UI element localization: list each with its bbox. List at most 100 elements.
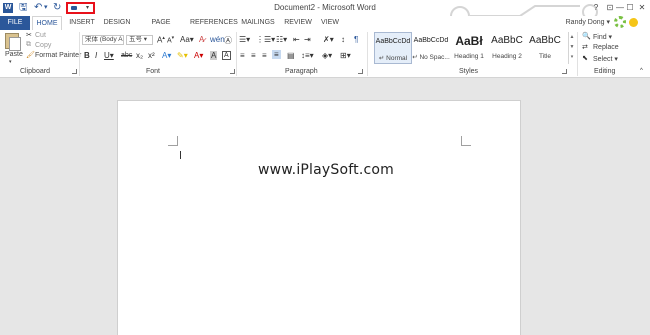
increase-indent-icon[interactable]: ⇥ [304, 35, 311, 44]
align-left-icon[interactable]: ≡ [240, 51, 245, 60]
paragraph-dialog-launcher[interactable] [358, 69, 363, 74]
gallery-more-icon[interactable]: ▾ [569, 52, 575, 62]
cut-button[interactable]: Cut [35, 32, 46, 39]
font-size-combo[interactable]: 五号 ▾ [126, 35, 153, 45]
highlight-icon[interactable]: ✎▾ [177, 51, 188, 60]
tab-mailings[interactable]: MAILINGS [240, 16, 276, 30]
show-hide-marks-icon[interactable]: ¶ [354, 35, 358, 44]
format-painter-button[interactable]: Format Painter [35, 52, 81, 59]
paste-button[interactable]: Paste [5, 51, 23, 58]
font-name-combo[interactable]: 宋体 (Body A ▾ [82, 35, 124, 45]
paste-icon[interactable] [5, 33, 21, 51]
copy-button[interactable]: Copy [35, 42, 51, 49]
document-page[interactable]: www.iPlaySoft.com [117, 100, 521, 335]
select-button[interactable]: Select ▾ [593, 55, 618, 63]
text-cursor [180, 151, 181, 159]
phonetic-guide-icon[interactable]: wén [210, 35, 225, 44]
sort-icon[interactable]: ↕ [341, 35, 345, 44]
ribbon-home: Paste ▾ ✂ Cut ⧉ Copy 🖌 Format Painter Cl… [0, 30, 650, 78]
clear-formatting-icon[interactable]: A̷ [199, 35, 204, 44]
decrease-indent-icon[interactable]: ⇤ [293, 35, 300, 44]
align-right-icon[interactable]: ≡ [262, 51, 267, 60]
replace-button[interactable]: Replace [593, 44, 619, 51]
style-heading-1-sample: AaBł [455, 34, 483, 48]
align-center-icon[interactable]: ≡ [251, 51, 256, 60]
tab-file[interactable]: FILE [0, 16, 30, 30]
styles-dialog-launcher[interactable] [562, 69, 567, 74]
green-gear-icon [614, 16, 626, 28]
help-button[interactable]: ? [590, 2, 602, 14]
collapse-ribbon-icon[interactable]: ^ [640, 68, 643, 74]
superscript-icon[interactable]: x² [148, 51, 155, 60]
copy-icon: ⧉ [26, 41, 31, 48]
document-title: Document2 - Microsoft Word [274, 3, 376, 12]
format-painter-icon: 🖌 [26, 52, 35, 59]
grow-font-icon[interactable]: A▴ [157, 35, 165, 45]
cut-icon: ✂ [26, 32, 32, 39]
clipboard-group-label: Clipboard [20, 68, 50, 75]
separator [367, 32, 368, 76]
gallery-down-icon[interactable]: ▼ [569, 42, 575, 52]
tab-insert[interactable]: INSERT [66, 16, 98, 30]
title-bar: W 🖫 ↶ ▾ ↻ ▾ Document2 - Microsoft Word ?… [0, 0, 650, 29]
replace-icon: ⇄ [582, 44, 588, 51]
close-button[interactable]: ✕ [636, 2, 648, 14]
user-account[interactable]: Randy Dong ▾ [566, 18, 610, 26]
tab-home[interactable]: HOME [32, 16, 62, 30]
line-spacing-icon[interactable]: ↕≡▾ [301, 51, 314, 60]
separator [79, 32, 80, 76]
style-normal-label: ↵ Normal [378, 55, 408, 62]
feedback-smiley-icon[interactable] [629, 18, 638, 27]
style-normal-sample: AaBbCcDd [375, 38, 411, 45]
text-effects-icon[interactable]: A▾ [162, 51, 171, 60]
character-border-icon[interactable]: A [222, 51, 231, 60]
style-heading-1-label: Heading 1 [454, 53, 484, 60]
font-group-label: Font [146, 68, 161, 75]
find-icon: 🔍 [582, 33, 591, 40]
ribbon-tab-bar: FILE HOME INSERT DESIGN PAGE LAYOUT REFE… [0, 16, 650, 40]
tab-references[interactable]: REFERENCES [190, 16, 238, 30]
watermark-text: www.iPlaySoft.com [258, 162, 394, 178]
change-case-icon[interactable]: Aa▾ [180, 35, 194, 44]
shading-icon[interactable]: ◈▾ [322, 51, 332, 60]
crop-mark-top-right [461, 136, 471, 146]
style-title-label: Title [538, 53, 552, 60]
maximize-button[interactable]: ☐ [624, 2, 636, 14]
style-title-sample: AaBbC [529, 35, 561, 46]
styles-gallery: AaBbCcDd ↵ Normal AaBbCcDd ↵ No Spac... … [372, 32, 568, 66]
tab-page-layout[interactable]: PAGE LAYOUT [137, 16, 185, 40]
character-shading-icon[interactable]: A [210, 51, 218, 60]
style-title[interactable]: AaBbC Title [526, 32, 564, 64]
bold-icon[interactable]: B [84, 51, 90, 60]
subscript-icon[interactable]: x₂ [136, 51, 143, 60]
underline-icon[interactable]: U▾ [104, 51, 114, 60]
style-no-spacing[interactable]: AaBbCcDd ↵ No Spac... [412, 32, 450, 64]
style-normal[interactable]: AaBbCcDd ↵ Normal [374, 32, 412, 64]
gallery-up-icon[interactable]: ▲ [569, 32, 575, 42]
tab-review[interactable]: REVIEW [283, 16, 313, 30]
select-icon: ⬉ [582, 55, 588, 62]
font-color-icon[interactable]: A▾ [194, 51, 203, 60]
justify-icon[interactable]: ≡ [272, 50, 281, 59]
multilevel-list-icon[interactable]: ☷▾ [276, 35, 287, 44]
strikethrough-icon[interactable]: abc [121, 52, 132, 59]
style-heading-2-sample: AaBbC [491, 35, 523, 46]
style-no-spacing-label: ↵ No Spac... [412, 54, 450, 61]
borders-icon[interactable]: ⊞▾ [340, 51, 351, 60]
tab-design[interactable]: DESIGN [102, 16, 132, 30]
style-heading-1[interactable]: AaBł Heading 1 [450, 32, 488, 64]
numbering-icon[interactable]: ⋮☰▾ [256, 35, 275, 44]
chinese-layout-icon[interactable]: ✗▾ [323, 35, 334, 44]
distributed-icon[interactable]: ▤ [287, 51, 295, 60]
italic-icon[interactable]: I [95, 51, 97, 60]
paste-dropdown-icon[interactable]: ▾ [9, 59, 12, 65]
font-dialog-launcher[interactable] [230, 69, 235, 74]
clipboard-dialog-launcher[interactable] [72, 69, 77, 74]
style-heading-2[interactable]: AaBbC Heading 2 [488, 32, 526, 64]
enclose-characters-icon[interactable]: Ⓐ [224, 35, 232, 46]
shrink-font-icon[interactable]: A▾ [167, 35, 174, 44]
bullets-icon[interactable]: ☰▾ [239, 35, 250, 44]
tab-view[interactable]: VIEW [318, 16, 342, 30]
styles-gallery-scroll: ▲ ▼ ▾ [568, 32, 575, 64]
find-button[interactable]: Find ▾ [593, 33, 612, 41]
